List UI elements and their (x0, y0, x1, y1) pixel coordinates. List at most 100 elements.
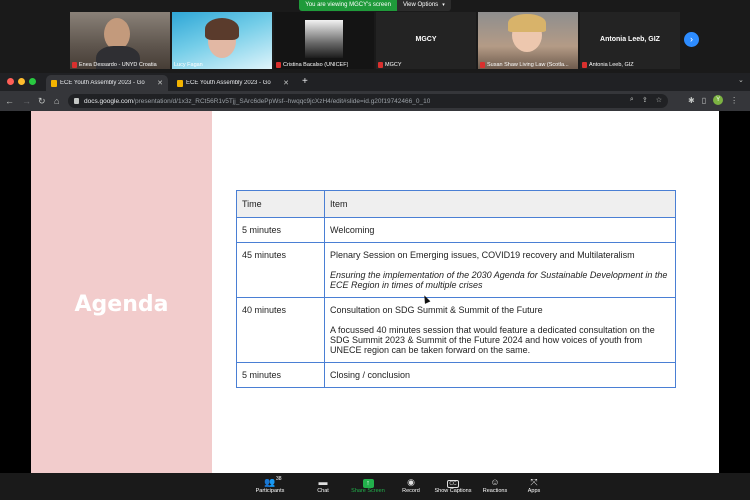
participant-tile[interactable]: Susan Shaw Living Law (Scotla... (478, 12, 578, 69)
viewing-screen-label: You are viewing MGCY's screen (299, 0, 397, 11)
maximize-window-icon[interactable] (29, 78, 36, 85)
tab-search-button[interactable]: ⌄ (738, 76, 744, 84)
forward-arrow-icon[interactable]: → (22, 95, 31, 107)
tab-title: ECE Youth Assembly 2023 - Go (60, 80, 145, 86)
browser-tab[interactable]: ECE Youth Assembly 2023 - Go ✕ (172, 75, 294, 91)
participant-name: Cristina Bacalso (UNICEF) (283, 62, 349, 68)
share-screen-icon: ↑ (362, 479, 374, 488)
item-detail: A focussed 40 minutes session that would… (330, 325, 655, 355)
tab-strip: ECE Youth Assembly 2023 - Go ✕ ECE Youth… (0, 73, 750, 91)
item-text: Welcoming (330, 225, 375, 235)
table-row: 40 minutes Consultation on SDG Summit & … (236, 297, 676, 363)
zoom-lens-icon[interactable]: ⌕ (630, 96, 634, 104)
participant-tile[interactable]: Lucy Fagan (172, 12, 272, 69)
item-text: Plenary Session on Emerging issues, COVI… (330, 250, 635, 260)
chat-bubble-icon: ▬ (318, 477, 328, 487)
participant-name: MGCY (385, 62, 402, 68)
column-header: Item (324, 190, 676, 218)
window-controls (7, 78, 36, 85)
participant-photo (305, 20, 343, 58)
slides-favicon-icon (51, 79, 57, 87)
participant-name: Lucy Fagan (174, 62, 203, 68)
item-cell: Closing / conclusion (324, 362, 676, 388)
url-path: /presentation/d/1x3z_RCt56R1v5Tjj_SArc6d… (133, 97, 431, 105)
participants-button[interactable]: 👥 38 Participants (245, 476, 295, 494)
next-page-button[interactable]: › (684, 32, 699, 47)
side-panel-icon[interactable]: ▯ (702, 96, 706, 105)
browser-window: ECE Youth Assembly 2023 - Go ✕ ECE Youth… (0, 73, 750, 111)
slide-title: Agenda (74, 292, 169, 317)
back-arrow-icon[interactable]: ← (5, 95, 14, 107)
time-cell: 5 minutes (236, 217, 325, 243)
time-cell: 5 minutes (236, 362, 325, 388)
chat-label: Chat (317, 488, 329, 494)
agenda-table: Time Item 5 minutes Welcoming 45 minutes… (236, 190, 676, 388)
browser-menu-icon[interactable]: ⋮ (730, 96, 738, 105)
browser-toolbar: ← → ↻ ⌂ docs.google.com/presentation/d/1… (0, 91, 750, 111)
item-text: Consultation on SDG Summit & Summit of t… (330, 305, 543, 315)
table-row: 45 minutes Plenary Session on Emerging i… (236, 242, 676, 298)
close-window-icon[interactable] (7, 78, 14, 85)
captions-label: Show Captions (434, 488, 472, 494)
item-cell: Welcoming (324, 217, 676, 243)
presentation-slide: Agenda Time Item 5 minutes Welcoming 45 … (31, 111, 719, 473)
url-domain: docs.google.com (84, 97, 134, 105)
participants-label: Participants (255, 488, 285, 494)
participant-video-hair (205, 18, 239, 40)
close-tab-icon[interactable]: ✕ (157, 79, 163, 87)
bookmark-star-icon[interactable]: ☆ (656, 96, 662, 104)
lock-icon (74, 98, 79, 104)
item-detail: Ensuring the implementation of the 2030 … (330, 270, 668, 290)
slides-favicon-icon (177, 79, 183, 87)
table-header-row: Time Item (236, 190, 676, 218)
share-screen-label: Share Screen (351, 488, 385, 494)
mic-off-icon (276, 62, 281, 68)
chat-button[interactable]: ▬ Chat (298, 476, 348, 494)
participant-tile[interactable]: Antonia Leeb, GIZ Antonia Leeb, GIZ (580, 12, 680, 69)
apps-button[interactable]: ⤧ Apps (509, 476, 559, 494)
reload-icon[interactable]: ↻ (38, 95, 46, 107)
mic-off-icon (378, 62, 383, 68)
view-options-label: View Options (402, 2, 439, 8)
participant-display-name: Antonia Leeb, GIZ (600, 36, 660, 43)
profile-avatar[interactable]: Y (713, 95, 724, 105)
participants-icon: 👥 (264, 477, 276, 487)
column-header: Time (236, 190, 325, 218)
captions-icon: CC (447, 480, 459, 488)
view-options-button[interactable]: View Options ▾ (396, 0, 451, 11)
url-text: docs.google.com/presentation/d/1x3z_RCt5… (84, 98, 430, 105)
shared-screen: Agenda Time Item 5 minutes Welcoming 45 … (0, 111, 750, 473)
chevron-down-icon: ▾ (442, 2, 445, 8)
item-text: Closing / conclusion (330, 370, 411, 380)
table-row: 5 minutes Closing / conclusion (236, 362, 676, 388)
extensions-puzzle-icon[interactable]: ✱ (688, 96, 695, 105)
time-cell: 45 minutes (236, 242, 325, 298)
participant-name: Enea Dessardo - UNYD Croatia (79, 62, 157, 68)
share-page-icon[interactable]: ⇪ (642, 96, 648, 104)
time-cell: 40 minutes (236, 297, 325, 363)
mic-off-icon (72, 62, 77, 68)
apps-icon: ⤧ (530, 477, 538, 487)
item-cell: Consultation on SDG Summit & Summit of t… (324, 297, 676, 363)
mic-off-icon (480, 62, 485, 68)
apps-label: Apps (527, 488, 541, 494)
tab-title: ECE Youth Assembly 2023 - Go (186, 80, 271, 86)
address-bar[interactable]: docs.google.com/presentation/d/1x3z_RCt5… (68, 94, 668, 108)
participant-name: Antonia Leeb, GIZ (589, 62, 634, 68)
participant-display-name: MGCY (415, 36, 437, 43)
close-tab-icon[interactable]: ✕ (283, 79, 289, 87)
reactions-label: Reactions (482, 488, 508, 494)
home-icon[interactable]: ⌂ (54, 95, 59, 107)
browser-tab-active[interactable]: ECE Youth Assembly 2023 - Go ✕ (46, 75, 168, 91)
participant-tile[interactable]: Enea Dessardo - UNYD Croatia (70, 12, 170, 69)
chevron-right-icon: › (690, 34, 693, 44)
participant-video-hair (508, 14, 546, 32)
screen-share-banner: You are viewing MGCY's screen View Optio… (0, 0, 750, 11)
participant-tile[interactable]: Cristina Bacalso (UNICEF) (274, 12, 374, 69)
zoom-window: You are viewing MGCY's screen View Optio… (0, 0, 750, 500)
participant-tile[interactable]: MGCY MGCY (376, 12, 476, 69)
mic-off-icon (582, 62, 587, 68)
meeting-controls-bar: 👥 38 Participants ▬ Chat ↑ Share Screen … (0, 473, 750, 500)
minimize-window-icon[interactable] (18, 78, 25, 85)
new-tab-button[interactable]: + (302, 76, 308, 87)
